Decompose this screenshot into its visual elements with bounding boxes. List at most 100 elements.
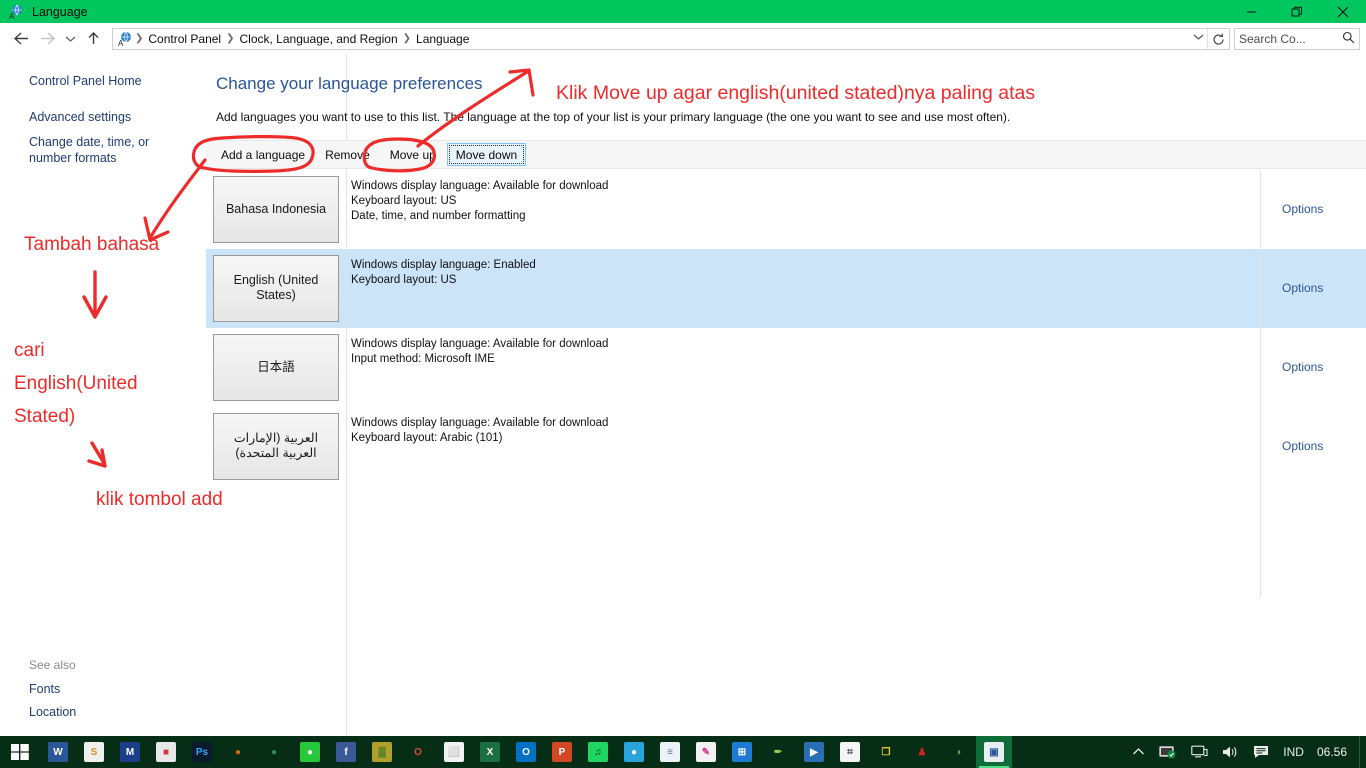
window-title: Language [32, 4, 88, 19]
control-panel-language-icon-glyph: ▣ [984, 742, 1004, 762]
breadcrumb-item-clock-language-region[interactable]: Clock, Language, and Region [235, 32, 403, 46]
sidebar-item-control-panel-home[interactable]: Control Panel Home [0, 73, 142, 89]
outlook-icon[interactable]: O [508, 736, 544, 768]
sb-mail-icon[interactable]: S [76, 736, 112, 768]
nero-icon[interactable]: ◑ [940, 736, 976, 768]
options-link[interactable]: Options [1260, 249, 1366, 327]
facebook-icon[interactable]: f [328, 736, 364, 768]
m-app-icon-glyph: M [120, 742, 140, 762]
word-icon[interactable]: W [40, 736, 76, 768]
breadcrumb-separator: ❯ [226, 33, 235, 44]
search-input[interactable]: Search Co... [1234, 27, 1360, 50]
tray-language-indicator[interactable]: IND [1276, 736, 1311, 768]
tray-network-icon[interactable] [1184, 736, 1215, 768]
language-tile-wrap: Bahasa Indonesia [206, 170, 346, 248]
windows-start-icon[interactable] [0, 736, 40, 768]
detail-keyboard-layout: Keyboard layout: US [351, 195, 457, 207]
move-up-button[interactable]: Move up [381, 143, 445, 166]
language-details: Windows display language: Available for … [346, 170, 1260, 248]
row-divider [346, 328, 347, 407]
sidebar-item-advanced-settings[interactable]: Advanced settings [0, 109, 131, 125]
tray-action-center-icon[interactable] [1246, 736, 1276, 768]
row-divider [346, 170, 347, 249]
window-content: Control Panel Home Advanced settings Cha… [0, 54, 1366, 736]
sidebar-item-location[interactable]: Location [0, 704, 76, 720]
up-icon[interactable] [80, 26, 106, 52]
redbottle-icon[interactable]: ♟ [904, 736, 940, 768]
table-row[interactable]: English (United States) Windows display … [206, 249, 1366, 328]
language-tile-wrap: English (United States) [206, 249, 346, 327]
notepad-icon[interactable]: ≡ [652, 736, 688, 768]
row-divider [346, 249, 347, 328]
mosaic-app-icon[interactable]: ▓ [364, 736, 400, 768]
table-row[interactable]: 日本語 Windows display language: Available … [206, 328, 1366, 407]
close-button[interactable] [1320, 0, 1366, 23]
options-link[interactable]: Options [1260, 328, 1366, 406]
leaf-app-icon[interactable]: ✒ [760, 736, 796, 768]
see-also-label: See also [29, 658, 76, 672]
address-chevron-down-icon[interactable] [1189, 33, 1207, 44]
breadcrumb-item-control-panel[interactable]: Control Panel [143, 32, 226, 46]
line-icon[interactable]: ● [292, 736, 328, 768]
window-controls [1228, 0, 1366, 23]
move-down-button[interactable]: Move down [446, 143, 527, 166]
back-icon[interactable] [8, 26, 34, 52]
m-app-icon[interactable]: M [112, 736, 148, 768]
tray-volume-icon[interactable] [1215, 736, 1246, 768]
language-name-tile[interactable]: 日本語 [213, 333, 339, 401]
folders-icon[interactable]: ❐ [868, 736, 904, 768]
spotify-icon[interactable]: ♫ [580, 736, 616, 768]
excel-icon[interactable]: X [472, 736, 508, 768]
idm-icon[interactable]: ● [256, 736, 292, 768]
spotify-icon-glyph: ♫ [588, 742, 608, 762]
sidebar-item-change-formats[interactable]: Change date, time, or number formats [0, 134, 190, 166]
opera-icon-glyph: O [408, 742, 428, 762]
recent-locations-chevron-down-icon[interactable] [60, 26, 80, 52]
language-details: Windows display language: Enabled Keyboa… [346, 249, 1260, 327]
media-player-icon[interactable]: ▶ [796, 736, 832, 768]
table-row[interactable]: Bahasa Indonesia Windows display languag… [206, 170, 1366, 249]
photo-viewer-icon[interactable]: ■ [148, 736, 184, 768]
chat-icon[interactable]: ● [616, 736, 652, 768]
language-name-tile[interactable]: Bahasa Indonesia [213, 175, 339, 243]
show-desktop-button[interactable] [1359, 736, 1364, 768]
windows-store-icon[interactable]: ⊞ [724, 736, 760, 768]
photoshop-icon[interactable]: Ps [184, 736, 220, 768]
store-icon-glyph: ⬜ [444, 742, 464, 762]
breadcrumb-separator: ❯ [402, 33, 412, 44]
refresh-icon[interactable] [1207, 28, 1229, 49]
language-name-tile[interactable]: English (United States) [213, 254, 339, 322]
main-pane: Change your language preferences Add lan… [206, 54, 1366, 736]
options-link[interactable]: Options [1260, 407, 1366, 485]
sidebar-item-fonts[interactable]: Fonts [0, 681, 60, 697]
store-icon[interactable]: ⬜ [436, 736, 472, 768]
address-bar[interactable]: A ❯ Control Panel ❯ Clock, Language, and… [112, 27, 1230, 50]
tray-antivirus-icon[interactable] [1152, 736, 1184, 768]
paint-icon-glyph: ✎ [696, 742, 716, 762]
command-toolbar: Add a language Remove Move up Move down [206, 140, 1366, 169]
table-row[interactable]: العربية (الإمارات العربية المتحدة) Windo… [206, 407, 1366, 486]
calculator-icon[interactable]: ⌗ [832, 736, 868, 768]
paint-icon[interactable]: ✎ [688, 736, 724, 768]
control-panel-language-icon[interactable]: ▣ [976, 736, 1012, 768]
language-name-tile[interactable]: العربية (الإمارات العربية المتحدة) [213, 412, 339, 480]
chat-icon-glyph: ● [624, 742, 644, 762]
opera-icon[interactable]: O [400, 736, 436, 768]
language-details: Windows display language: Available for … [346, 328, 1260, 406]
minimize-button[interactable] [1228, 0, 1274, 23]
breadcrumb-item-language[interactable]: Language [411, 32, 474, 46]
options-link[interactable]: Options [1260, 170, 1366, 248]
powerpoint-icon[interactable]: P [544, 736, 580, 768]
tray-clock[interactable]: 06.56 [1311, 736, 1359, 768]
window-title-bar: A Language [0, 0, 1366, 23]
folders-icon-glyph: ❐ [876, 742, 896, 762]
taskbar: W S M ■ Ps ● ● ● f ▓ O ⬜ X O P ♫ ● ≡ ✎ ⊞ ✒ ▶ ⌗ ❐ ♟ ◑ ▣ [0, 736, 1366, 768]
tray-overflow-icon[interactable] [1125, 736, 1152, 768]
page-description: Add languages you want to use to this li… [216, 110, 1011, 124]
firefox-icon[interactable]: ● [220, 736, 256, 768]
maximize-restore-button[interactable] [1274, 0, 1320, 23]
breadcrumb-language-icon: A [117, 31, 133, 48]
add-a-language-button[interactable]: Add a language [212, 143, 314, 166]
remove-button[interactable]: Remove [316, 143, 379, 166]
options-column-divider [1260, 170, 1261, 598]
